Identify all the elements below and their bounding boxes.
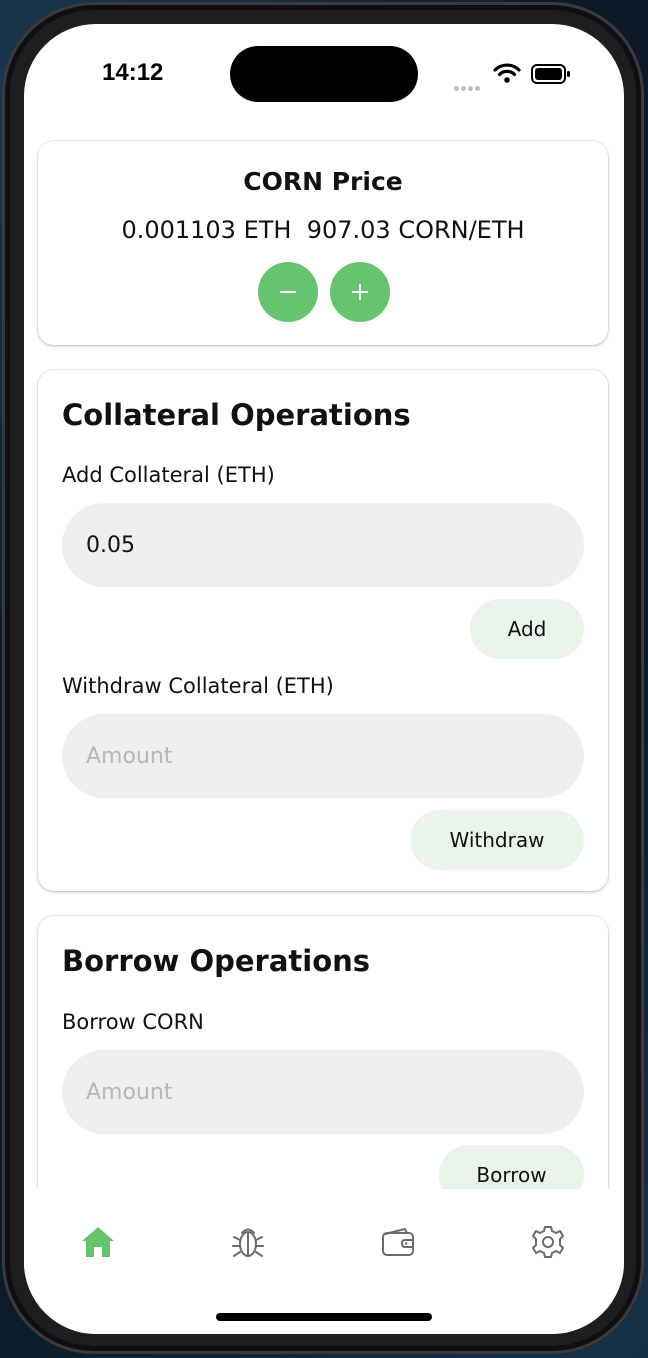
- dynamic-island: [230, 46, 418, 102]
- home-indicator: [216, 1313, 432, 1321]
- price-values: 0.001103 ETH 907.03 CORN/ETH: [121, 216, 525, 244]
- borrow-corn-label: Borrow CORN: [62, 1010, 204, 1034]
- withdraw-collateral-input[interactable]: [62, 714, 584, 798]
- app-screen: 14:12 CORN Price 0.001103 ETH 907.03 COR…: [24, 24, 624, 1334]
- price-card: CORN Price 0.001103 ETH 907.03 CORN/ETH: [38, 141, 608, 345]
- wifi-icon: [493, 63, 521, 83]
- bug-icon: [232, 1228, 264, 1257]
- collateral-title: Collateral Operations: [62, 398, 411, 432]
- tab-home[interactable]: [73, 1217, 123, 1267]
- withdraw-collateral-button[interactable]: Withdraw: [410, 810, 584, 870]
- tab-settings[interactable]: [523, 1217, 573, 1267]
- tab-wallet[interactable]: [373, 1217, 423, 1267]
- wallet-icon: [382, 1228, 414, 1256]
- signal-icon: [454, 76, 484, 91]
- withdraw-collateral-label: Withdraw Collateral (ETH): [62, 674, 334, 698]
- settings-icon: [532, 1226, 564, 1258]
- price-title: CORN Price: [243, 167, 403, 196]
- battery-icon: [531, 64, 570, 84]
- borrow-corn-input[interactable]: [62, 1050, 584, 1134]
- add-collateral-button[interactable]: Add: [470, 599, 584, 659]
- increase-price-button[interactable]: [330, 262, 390, 322]
- status-time: 14:12: [102, 59, 164, 86]
- add-collateral-input[interactable]: [62, 503, 584, 587]
- decrease-price-button[interactable]: [258, 262, 318, 322]
- plus-icon: [352, 284, 368, 300]
- borrow-title: Borrow Operations: [62, 944, 371, 978]
- collateral-card: Collateral Operations Add Collateral (ET…: [38, 370, 608, 891]
- home-icon: [82, 1227, 114, 1257]
- tab-debug[interactable]: [223, 1217, 273, 1267]
- minus-icon: [280, 291, 296, 293]
- add-collateral-label: Add Collateral (ETH): [62, 463, 275, 487]
